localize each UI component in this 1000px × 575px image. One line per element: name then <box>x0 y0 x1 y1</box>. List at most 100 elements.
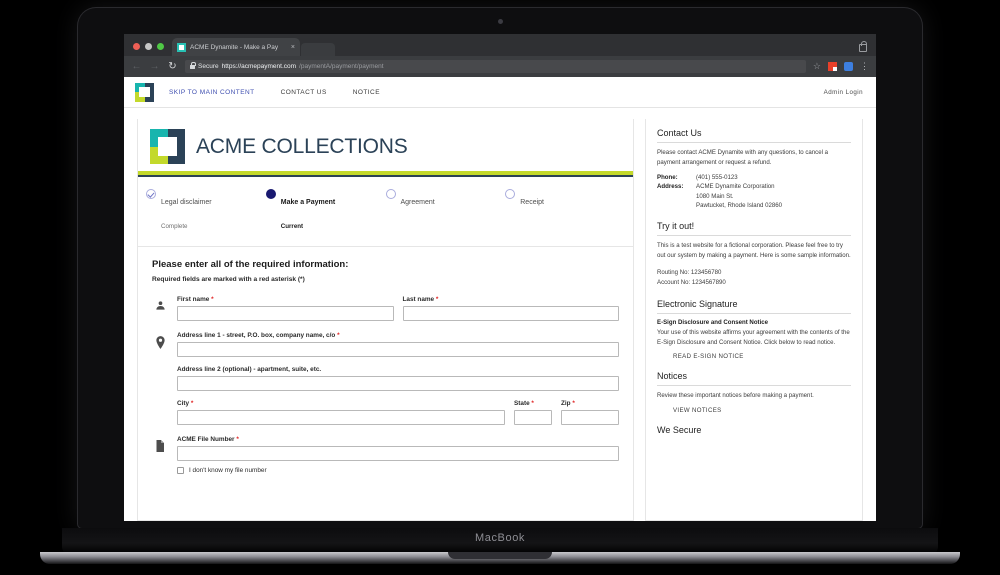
step-pending-dot-icon <box>385 189 396 199</box>
try-it-out-section: Try it out! This is a test website for a… <box>657 221 851 287</box>
window-lock-icon <box>859 41 868 52</box>
city-label: City * <box>177 400 194 407</box>
star-icon[interactable]: ☆ <box>813 61 821 72</box>
extension-red-icon[interactable] <box>828 62 837 71</box>
info-sidebar: Contact Us Please contact ACME Dynamite … <box>645 119 863 521</box>
three-dot-menu-icon[interactable]: ⋮ <box>860 61 869 70</box>
nav-link-contact-us[interactable]: CONTACT US <box>281 89 327 96</box>
try-it-out-title: Try it out! <box>657 221 851 237</box>
reload-icon[interactable]: ↻ <box>167 61 178 72</box>
acme-file-number-field: ACME File Number * <box>177 436 619 461</box>
browser-tab[interactable]: ACME Dynamite - Make a Pay × <box>172 38 300 56</box>
admin-login-link[interactable]: Admin Login <box>824 89 863 96</box>
page-title: ACME COLLECTIONS <box>196 134 408 158</box>
nav-link-skip-to-main-content[interactable]: SKIP TO MAIN CONTENT <box>169 89 255 96</box>
try-it-out-body: This is a test website for a fictional c… <box>657 242 851 260</box>
read-esign-notice-link[interactable]: READ E-SIGN NOTICE <box>657 353 851 360</box>
last-name-label: Last name * <box>402 296 439 303</box>
laptop-screen: ACME Dynamite - Make a Pay × ← → ↻ Secur… <box>124 34 876 521</box>
we-secure-title: We Secure <box>657 425 702 436</box>
brand-header: ACME COLLECTIONS <box>138 119 633 164</box>
step-label: Make a Payment <box>280 199 336 206</box>
address-line-2-field: Address line 2 (optional) - apartment, s… <box>177 366 619 391</box>
electronic-signature-section: Electronic Signature E-Sign Disclosure a… <box>657 299 851 360</box>
address-line-1-input[interactable] <box>177 342 619 357</box>
address-line-3-value: Pawtucket, Rhode Island 02860 <box>696 202 783 210</box>
acme-file-number-input[interactable] <box>177 446 619 461</box>
step-current-dot-icon <box>265 189 276 199</box>
form-area: Please enter all of the required informa… <box>138 247 633 474</box>
payment-form-card: ACME COLLECTIONS Legal disclaimer Comple… <box>137 119 634 521</box>
step-label: Receipt <box>520 199 544 206</box>
address-bar[interactable]: Secure https://acmepayment.com /paymentA… <box>185 60 806 73</box>
contact-us-section: Contact Us Please contact ACME Dynamite … <box>657 128 851 210</box>
browser-tab-bar: ACME Dynamite - Make a Pay × <box>124 34 876 56</box>
web-page: SKIP TO MAIN CONTENT CONTACT US NOTICE A… <box>124 77 876 521</box>
step-legal-disclaimer[interactable]: Legal disclaimer Complete <box>146 188 266 236</box>
unknown-file-number-row[interactable]: I don't know my file number <box>177 467 619 474</box>
unknown-file-number-checkbox[interactable] <box>177 467 184 474</box>
sample-credentials: Routing No: 123456780 Account No: 123456… <box>657 268 851 288</box>
phone-value: (401) 555-0123 <box>696 173 738 181</box>
window-actions <box>859 41 876 56</box>
address-label: Address: <box>657 183 684 191</box>
city-input[interactable] <box>177 410 505 425</box>
laptop-base: MacBook <box>62 528 938 554</box>
acme-file-number-label: ACME File Number * <box>177 436 239 443</box>
address-line-2-label: Address line 2 (optional) - apartment, s… <box>177 366 322 373</box>
acme-logo-icon[interactable] <box>135 82 154 102</box>
step-label: Legal disclaimer <box>161 199 212 206</box>
browser-toolbar: ← → ↻ Secure https://acmepayment.com /pa… <box>124 56 876 77</box>
account-number: Account No: 1234567890 <box>657 278 726 286</box>
laptop-notch <box>448 552 552 559</box>
extension-blue-icon[interactable] <box>844 62 853 71</box>
electronic-signature-title: Electronic Signature <box>657 299 851 314</box>
address-line-2-input[interactable] <box>177 376 619 391</box>
window-traffic-lights <box>124 43 172 56</box>
contact-details: Phone: (401) 555-0123 Address: ACME Dyna… <box>657 173 851 211</box>
address-line-1-value: ACME Dynamite Corporation <box>696 183 775 191</box>
step-make-a-payment[interactable]: Make a Payment Current <box>265 188 386 236</box>
address-line-2-value: 1080 Main St. <box>696 192 734 200</box>
person-icon <box>152 296 168 321</box>
forward-arrow-icon[interactable]: → <box>149 61 160 72</box>
zip-field: Zip * <box>561 400 619 425</box>
step-complete-check-icon <box>146 189 156 199</box>
phone-row: Phone: (401) 555-0123 <box>657 173 851 182</box>
view-notices-link[interactable]: VIEW NOTICES <box>657 407 851 414</box>
state-input[interactable] <box>514 410 552 425</box>
maximize-window-button[interactable] <box>157 43 164 50</box>
step-receipt[interactable]: Receipt <box>505 188 625 236</box>
new-tab-area[interactable] <box>301 43 335 56</box>
unknown-file-number-label: I don't know my file number <box>189 467 267 474</box>
acme-favicon-icon <box>177 42 186 52</box>
last-name-input[interactable] <box>402 306 619 321</box>
nav-link-notice[interactable]: NOTICE <box>353 89 380 96</box>
state-label: State * <box>514 400 534 407</box>
step-agreement[interactable]: Agreement <box>385 188 506 236</box>
url-path: /paymentA/payment/payment <box>299 63 384 70</box>
step-status: Current <box>280 223 304 230</box>
step-status: Complete <box>161 223 188 230</box>
site-navigation-bar: SKIP TO MAIN CONTENT CONTACT US NOTICE A… <box>124 77 876 108</box>
notices-title: Notices <box>657 371 851 387</box>
device-label: MacBook <box>474 532 526 544</box>
first-name-label: First name * <box>177 296 214 303</box>
close-window-button[interactable] <box>133 43 140 50</box>
location-pin-icon <box>152 332 168 425</box>
step-pending-dot-icon <box>505 189 516 199</box>
back-arrow-icon[interactable]: ← <box>131 61 142 72</box>
minimize-window-button[interactable] <box>145 43 152 50</box>
acme-logo-icon <box>150 129 185 164</box>
first-name-field: First name * <box>177 296 394 321</box>
last-name-field: Last name * <box>402 296 619 321</box>
url-origin: https://acmepayment.com <box>221 63 297 70</box>
esign-body: Your use of this website affirms your ag… <box>657 328 850 346</box>
first-name-input[interactable] <box>177 306 394 321</box>
zip-input[interactable] <box>561 410 619 425</box>
webcam-icon <box>497 19 503 24</box>
city-field: City * <box>177 400 505 425</box>
close-tab-icon[interactable]: × <box>291 44 295 51</box>
phone-label: Phone: <box>657 173 678 181</box>
file-number-field-group: ACME File Number * I don't know my file … <box>152 436 619 474</box>
